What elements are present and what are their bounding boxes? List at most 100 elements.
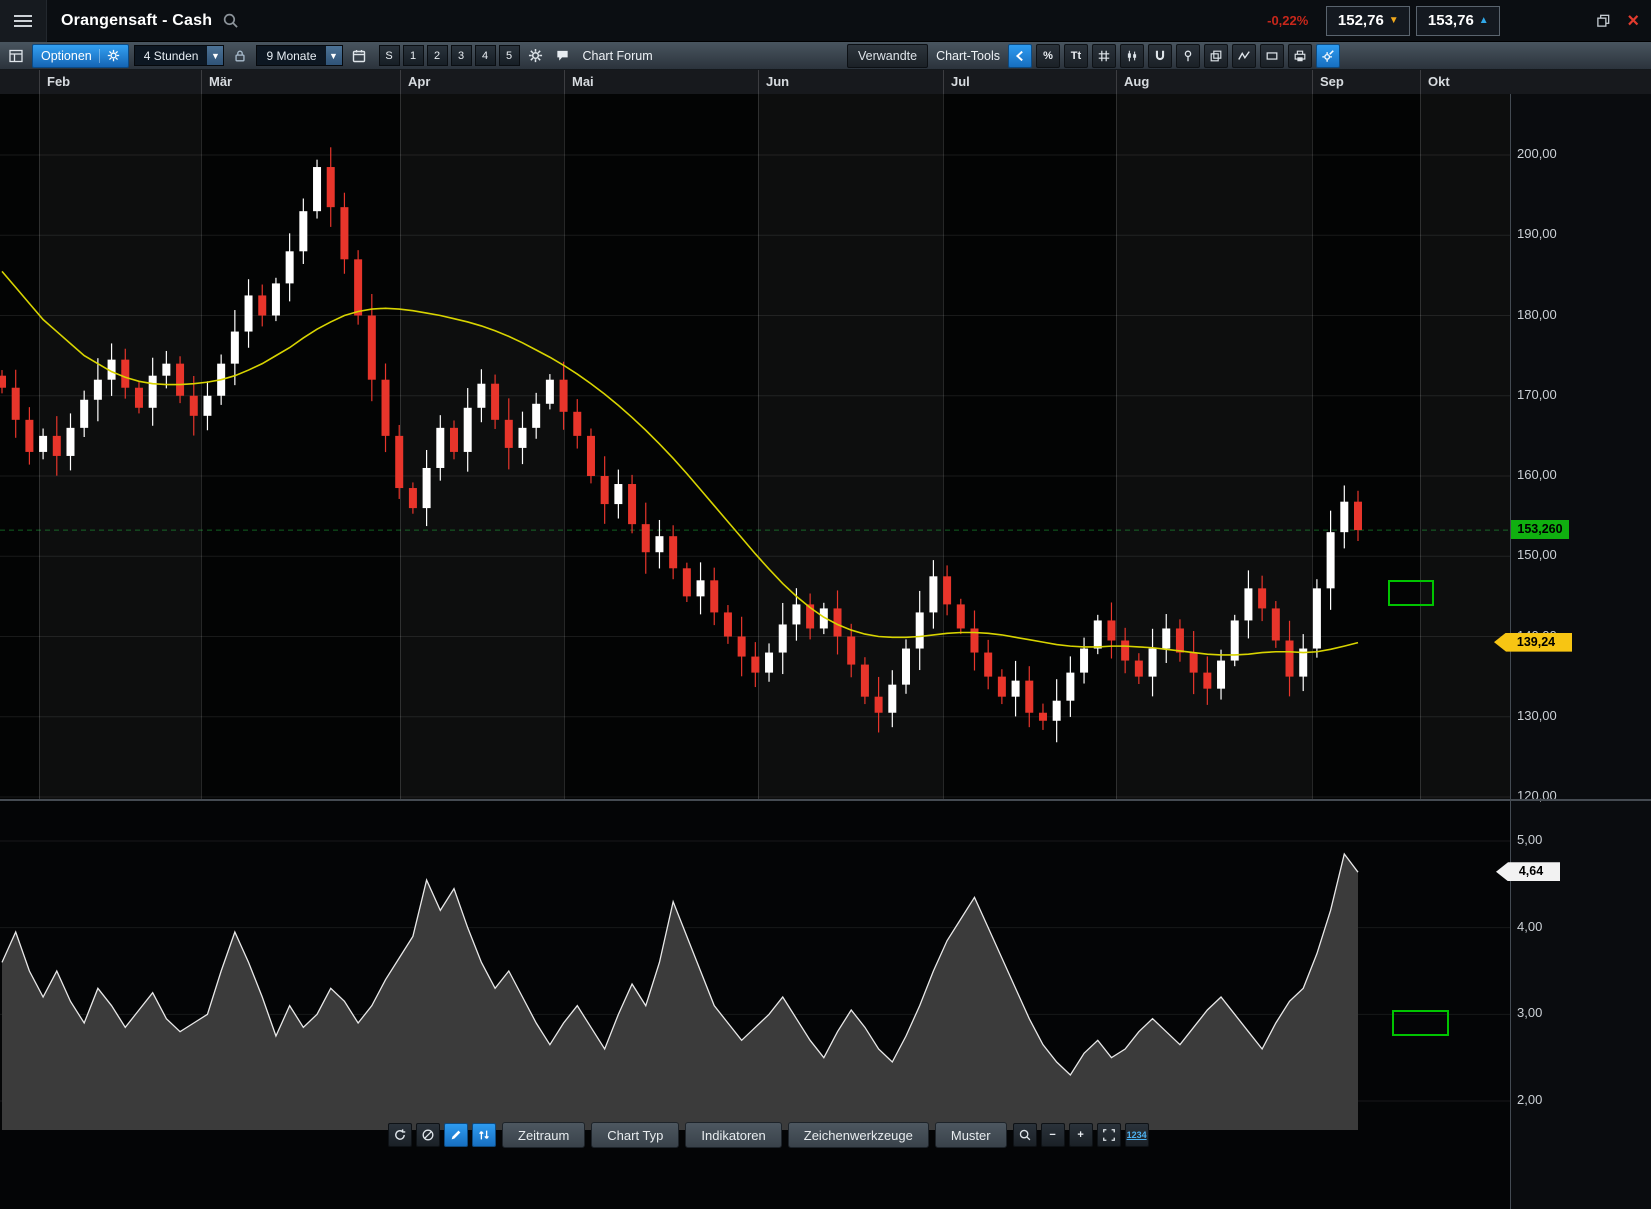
zoom-in-button[interactable]: +: [1069, 1123, 1093, 1147]
text-tool-icon[interactable]: Tt: [1064, 44, 1088, 68]
month-label-mär: Mär: [201, 70, 232, 94]
month-label-okt: Okt: [1420, 70, 1450, 94]
range-dropdown[interactable]: 9 Monate ▼: [256, 45, 342, 66]
indicator-tick-label: 4,00: [1517, 919, 1542, 934]
bottom-button-zeichenwerkzeuge[interactable]: Zeichenwerkzeuge: [788, 1122, 929, 1148]
month-label-sep: Sep: [1312, 70, 1344, 94]
interval-dropdown[interactable]: 4 Stunden ▼: [134, 45, 225, 66]
trading-app-window: Orangensaft - Cash -0,22% 152,76 ▼ 153,7…: [0, 0, 1651, 1209]
gear-icon: [107, 49, 120, 62]
chart-forum-label[interactable]: Chart Forum: [583, 49, 653, 63]
candlestick-svg: [0, 94, 1510, 800]
chat-bubble-icon[interactable]: [552, 45, 574, 67]
magnifier-icon[interactable]: [1013, 1123, 1037, 1147]
bottom-toolbar: ZeitraumChart TypIndikatoren Zeichenwerkz…: [388, 1122, 1149, 1148]
lock-icon[interactable]: [229, 45, 251, 67]
chevron-down-icon: ▼: [207, 45, 224, 66]
month-label-apr: Apr: [400, 70, 430, 94]
panel-list-icon[interactable]: [5, 45, 27, 67]
price-tick-label: 180,00: [1517, 307, 1557, 322]
pattern-icon[interactable]: [1232, 44, 1256, 68]
selection-box-main[interactable]: [1388, 580, 1434, 606]
layout-size-buttons: S12345: [379, 45, 520, 66]
buy-price-button[interactable]: 153,76 ▲: [1416, 6, 1500, 36]
swap-vertical-icon[interactable]: [472, 1123, 496, 1147]
window-controls: ×: [1596, 11, 1639, 31]
close-icon[interactable]: ×: [1627, 11, 1639, 31]
bottom-button-indikatoren[interactable]: Indikatoren: [685, 1122, 781, 1148]
size-button-4[interactable]: 4: [475, 45, 496, 66]
main-chart[interactable]: [0, 94, 1510, 800]
fullscreen-icon[interactable]: [1097, 1123, 1121, 1147]
pin-icon[interactable]: [1176, 44, 1200, 68]
month-label-mai: Mai: [564, 70, 594, 94]
price-tick-label: 190,00: [1517, 226, 1557, 241]
options-label: Optionen: [41, 49, 92, 63]
buy-price: 153,76: [1428, 12, 1474, 29]
ban-icon[interactable]: [416, 1123, 440, 1147]
arrow-down-icon: ▼: [1389, 16, 1399, 26]
month-label-jul: Jul: [943, 70, 970, 94]
grid-icon[interactable]: [1092, 44, 1116, 68]
bottom-button-muster[interactable]: Muster: [935, 1122, 1007, 1148]
chart-toolbar: Optionen 4 Stunden ▼ 9 Monate ▼ S12345 C…: [0, 42, 1651, 70]
draw-icon-group: [388, 1123, 496, 1147]
month-label-aug: Aug: [1116, 70, 1149, 94]
month-label-jun: Jun: [758, 70, 789, 94]
chart-settings-icon[interactable]: [1316, 44, 1340, 68]
percent-icon[interactable]: %: [1036, 44, 1060, 68]
last-price-badge: 153,260: [1511, 520, 1569, 539]
price-tick-label: 160,00: [1517, 467, 1557, 482]
button-divider: [99, 49, 100, 63]
verwandte-button[interactable]: Verwandte: [847, 44, 928, 68]
settings-gear-icon[interactable]: [525, 45, 547, 67]
price-tick-label: 200,00: [1517, 146, 1557, 161]
range-value: 9 Monate: [256, 45, 325, 66]
bottom-button-group: ZeitraumChart TypIndikatoren Zeichenwerkz…: [502, 1122, 1007, 1148]
interval-value: 4 Stunden: [134, 45, 208, 66]
refresh-icon[interactable]: [388, 1123, 412, 1147]
bottom-button-zeitraum[interactable]: Zeitraum: [502, 1122, 585, 1148]
panel-divider: [0, 799, 1651, 801]
size-button-2[interactable]: 2: [427, 45, 448, 66]
month-label-feb: Feb: [39, 70, 70, 94]
chart-tools-cluster: Verwandte Chart-Tools % Tt: [847, 44, 1340, 68]
size-button-5[interactable]: 5: [499, 45, 520, 66]
magnet-icon[interactable]: [1148, 44, 1172, 68]
zoom-out-button[interactable]: −: [1041, 1123, 1065, 1147]
selection-box-lower[interactable]: [1392, 1010, 1449, 1036]
instrument-title: Orangensaft - Cash: [61, 12, 212, 30]
arrow-up-icon: ▲: [1479, 16, 1489, 26]
menu-icon[interactable]: [0, 0, 47, 42]
price-tick-label: 150,00: [1517, 547, 1557, 562]
ma-value-badge: 139,24: [1494, 633, 1572, 652]
chart-tools-label: Chart-Tools: [936, 49, 1000, 63]
pencil-icon[interactable]: [444, 1123, 468, 1147]
size-button-3[interactable]: 3: [451, 45, 472, 66]
search-icon[interactable]: [222, 12, 239, 29]
price-tick-label: 170,00: [1517, 387, 1557, 402]
back-icon[interactable]: [1008, 44, 1032, 68]
calendar-icon[interactable]: [348, 45, 370, 67]
compare-icon[interactable]: [1204, 44, 1228, 68]
change-percent: -0,22%: [1267, 13, 1308, 28]
numbers-icon[interactable]: 1234: [1125, 1123, 1149, 1147]
indicator-tick-label: 3,00: [1517, 1005, 1542, 1020]
size-button-s[interactable]: S: [379, 45, 400, 66]
sell-price: 152,76: [1338, 12, 1384, 29]
chevron-down-icon: ▼: [326, 45, 343, 66]
sell-price-button[interactable]: 152,76 ▼: [1326, 6, 1410, 36]
indicator-value-badge: 4,64: [1496, 862, 1560, 881]
zoom-icon-group: − + 1234: [1013, 1123, 1149, 1147]
size-button-1[interactable]: 1: [403, 45, 424, 66]
rectangle-tool-icon[interactable]: [1260, 44, 1284, 68]
window-restore-icon[interactable]: [1596, 13, 1611, 28]
print-icon[interactable]: [1288, 44, 1312, 68]
indicator-tick-label: 2,00: [1517, 1092, 1542, 1107]
candlestick-icon[interactable]: [1120, 44, 1144, 68]
time-axis[interactable]: Feb Mär Apr Mai Jun Jul Aug Sep Okt: [0, 70, 1651, 95]
options-button[interactable]: Optionen: [32, 44, 129, 68]
title-bar: Orangensaft - Cash -0,22% 152,76 ▼ 153,7…: [0, 0, 1651, 42]
price-tick-label: 130,00: [1517, 708, 1557, 723]
bottom-button-chart-typ[interactable]: Chart Typ: [591, 1122, 679, 1148]
